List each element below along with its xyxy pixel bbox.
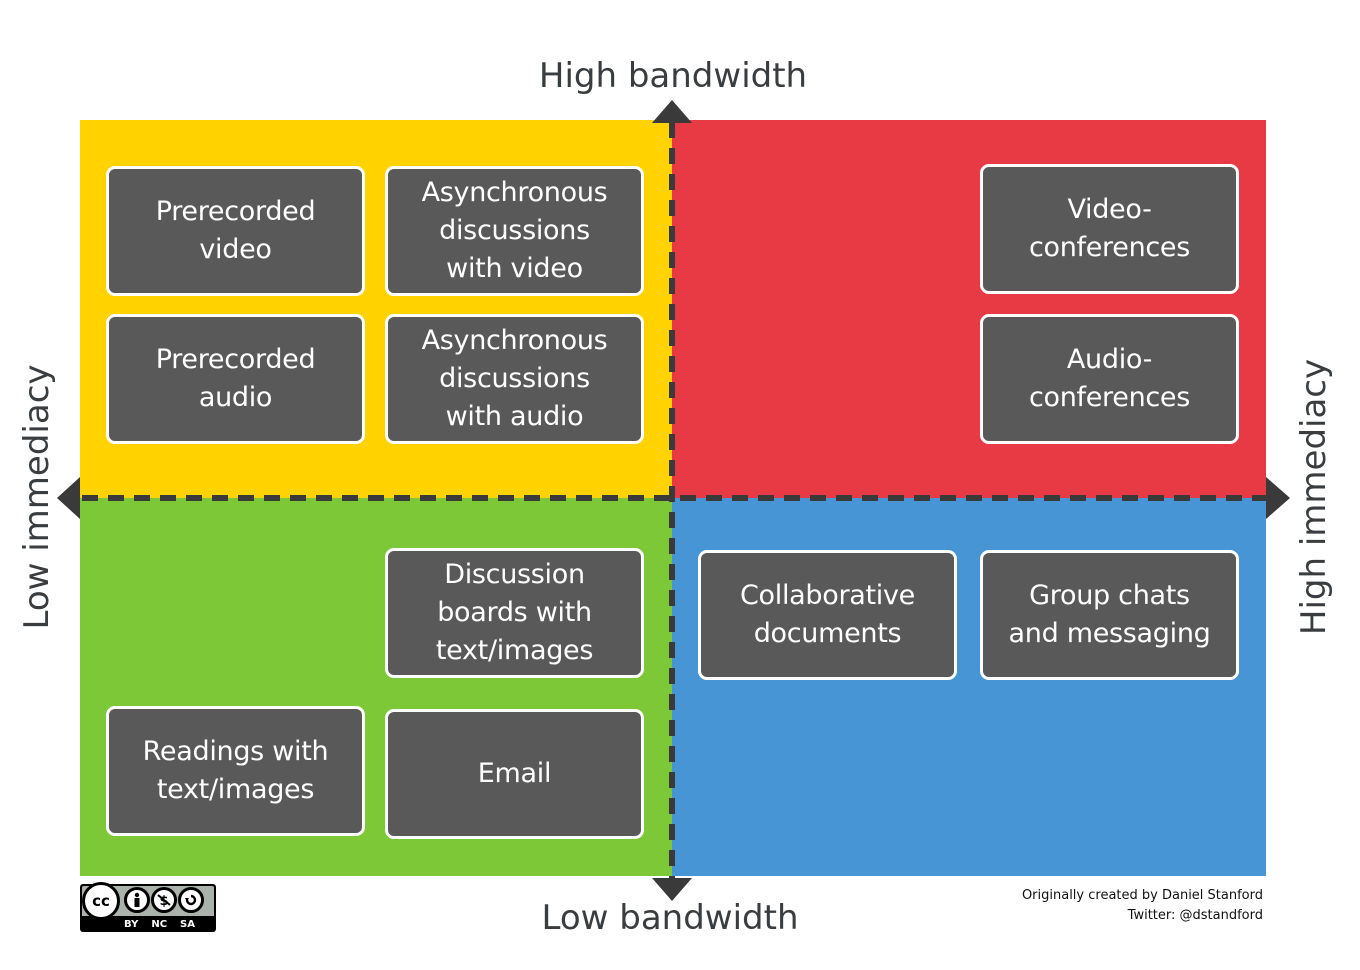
item-async-discussions-video: Asynchronous discussions with video — [385, 166, 644, 296]
attribution-icon — [124, 887, 150, 913]
axis-label-high-immediacy: High immediacy — [1294, 358, 1334, 636]
item-collaborative-documents: Collaborative documents — [698, 550, 957, 680]
credit: Originally created by Daniel Stanford Tw… — [1022, 886, 1263, 926]
axis-label-low-immediacy: Low immediacy — [17, 364, 57, 630]
item-email: Email — [385, 709, 644, 839]
item-readings: Readings with text/images — [106, 706, 365, 836]
item-video-conferences: Video- conferences — [980, 164, 1239, 294]
license-tag-nc: NC — [151, 919, 168, 930]
item-prerecorded-video: Prerecorded video — [106, 166, 365, 296]
item-audio-conferences: Audio- conferences — [980, 314, 1239, 444]
item-prerecorded-audio: Prerecorded audio — [106, 314, 365, 444]
cc-license-badge: cc $ BY NC SA — [80, 882, 216, 932]
axis-label-high-bandwidth: High bandwidth — [538, 56, 808, 96]
license-tag-by: BY — [124, 919, 139, 930]
item-async-discussions-audio: Asynchronous discussions with audio — [385, 314, 644, 444]
license-tag-sa: SA — [180, 919, 195, 930]
arrow-left-icon — [57, 477, 80, 519]
credit-twitter: Twitter: @dstandford — [1127, 908, 1263, 923]
cc-icon: cc — [82, 882, 120, 920]
noncommercial-icon: $ — [151, 887, 177, 913]
item-group-chats: Group chats and messaging — [980, 550, 1239, 680]
sharealike-icon — [178, 887, 204, 913]
item-discussion-boards: Discussion boards with text/images — [385, 548, 644, 678]
arrow-right-icon — [1266, 477, 1290, 519]
credit-author: Originally created by Daniel Stanford — [1021, 888, 1263, 903]
